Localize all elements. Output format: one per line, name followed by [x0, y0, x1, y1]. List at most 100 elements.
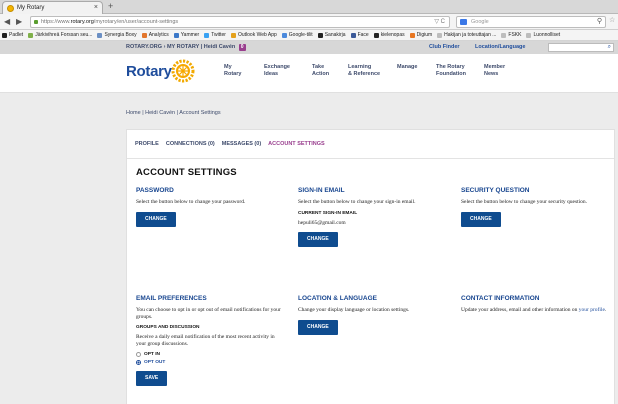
menu-rotary-foundation[interactable]: The Rotary Foundation: [436, 64, 466, 78]
search-icon[interactable]: ⚲: [597, 17, 602, 27]
bookmark-item[interactable]: Analytics: [141, 32, 169, 38]
bookmark-item[interactable]: Padlet: [2, 32, 23, 38]
back-arrow-icon[interactable]: ◀: [4, 17, 10, 27]
search-icon[interactable]: ⌕: [608, 41, 611, 54]
bookmark-item[interactable]: Synergia Boxy: [97, 32, 137, 38]
tab-profile[interactable]: PROFILE: [135, 141, 159, 147]
tab-account-settings[interactable]: ACCOUNT SETTINGS: [268, 141, 325, 147]
menu-my-rotary[interactable]: My Rotary: [224, 64, 241, 78]
bookmark-item[interactable]: Face: [350, 32, 369, 38]
menu-exchange-ideas[interactable]: Exchange Ideas: [264, 64, 290, 78]
bookmark-item[interactable]: Twitter: [204, 32, 226, 38]
signin-email-text: Select the button below to change your s…: [298, 199, 416, 205]
current-email-label: CURRENT SIGN-IN EMAIL: [298, 210, 358, 216]
menu-manage[interactable]: Manage: [397, 64, 417, 71]
menu-line: Exchange: [264, 64, 290, 70]
url-host: rotary.org: [70, 19, 94, 25]
breadcrumb-separator: ›: [163, 44, 166, 50]
bookmark-label: Face: [357, 32, 369, 38]
menu-line: My: [224, 64, 232, 70]
menu-take-action[interactable]: Take Action: [312, 64, 329, 78]
site-search-input[interactable]: ⌕: [548, 43, 614, 52]
bookmark-label: Synergia Boxy: [104, 32, 137, 38]
bookmark-label: Twitter: [211, 32, 226, 38]
bookmark-item[interactable]: Google-tilit: [281, 32, 313, 38]
bookmark-item[interactable]: Hakijan ja toteuttajan ...: [437, 32, 496, 38]
bookmark-favicon-icon: [28, 32, 34, 38]
bookmark-item[interactable]: Järkivihreä Forssan seu...: [28, 32, 92, 38]
groups-discussion-text: Receive a daily email notification of th…: [136, 334, 275, 347]
search-placeholder: Google: [471, 19, 489, 25]
profile-tabs: PROFILE CONNECTIONS (0) MESSAGES (0) ACC…: [135, 141, 325, 147]
contact-information-heading: CONTACT INFORMATION: [461, 295, 540, 302]
bookmark-item[interactable]: Yammer: [173, 32, 200, 38]
close-tab-icon[interactable]: ×: [94, 2, 98, 14]
signin-email-section: SIGN-IN EMAIL Select the button below to…: [298, 187, 448, 247]
rotary-wheel-icon[interactable]: [171, 59, 195, 83]
menu-member-news[interactable]: Member News: [484, 64, 505, 78]
tab-messages[interactable]: MESSAGES (0): [222, 141, 261, 147]
club-finder-link[interactable]: Club Finder: [429, 41, 460, 54]
tab-my-rotary[interactable]: My Rotary ×: [2, 1, 103, 14]
change-security-question-button[interactable]: CHANGE: [461, 211, 501, 227]
rotary-logo-text[interactable]: Rotary: [126, 63, 172, 80]
bookmark-label: Digium: [416, 32, 433, 38]
menu-line: The Rotary: [436, 64, 465, 70]
bookmark-label: Analytics: [148, 32, 169, 38]
radio-circle-icon[interactable]: [136, 352, 141, 357]
password-heading: PASSWORD: [136, 187, 174, 194]
address-bar[interactable]: https://www.rotary.org/myrotary/en/user/…: [30, 16, 450, 28]
user-name-link[interactable]: Heidi Cavén: [204, 44, 235, 50]
your-profile-link[interactable]: your profile: [579, 307, 605, 313]
forward-arrow-icon[interactable]: ▶: [16, 17, 22, 27]
browser-search-input[interactable]: Google ⚲: [456, 16, 606, 28]
bookmark-favicon-icon: [350, 32, 356, 38]
new-tab-button[interactable]: +: [108, 1, 113, 12]
security-question-heading: SECURITY QUESTION: [461, 187, 530, 194]
bookmark-label: Järkivihreä Forssan seu...: [35, 32, 93, 38]
bookmark-item[interactable]: FSKK: [501, 32, 521, 38]
contact-text-end: .: [604, 307, 607, 313]
my-rotary-link[interactable]: MY ROTARY: [167, 44, 199, 50]
opt-in-radio[interactable]: OPT IN: [136, 352, 286, 357]
radio-selected-icon[interactable]: [136, 360, 141, 365]
google-icon: [460, 19, 467, 25]
menu-learning-reference[interactable]: Learning & Reference: [348, 64, 380, 78]
url-controls[interactable]: ▽ C: [434, 17, 445, 27]
groups-discussion-label: GROUPS AND DISCUSSION: [136, 325, 200, 330]
location-language-section: LOCATION & LANGUAGE Change your display …: [298, 295, 448, 335]
change-password-button[interactable]: CHANGE: [136, 211, 176, 227]
bookmark-star-icon[interactable]: ☆: [609, 16, 615, 24]
tab-connections[interactable]: CONNECTIONS (0): [166, 141, 215, 147]
bookmark-label: FSKK: [508, 32, 522, 38]
contact-information-text: Update your address, email and other inf…: [461, 307, 611, 314]
bookmark-item[interactable]: Digium: [409, 32, 433, 38]
change-location-button[interactable]: CHANGE: [298, 319, 338, 335]
rotary-org-link[interactable]: ROTARY.ORG: [126, 44, 162, 50]
tab-bar: My Rotary × +: [0, 0, 618, 14]
current-email-value: hepuli65@gmail.com: [298, 219, 346, 226]
menu-line: Ideas: [264, 71, 279, 77]
save-button[interactable]: SAVE: [136, 371, 168, 386]
bookmark-item[interactable]: Luonnolliset: [526, 32, 560, 38]
security-question-text: Select the button below to change your s…: [461, 199, 588, 205]
change-email-button[interactable]: CHANGE: [298, 232, 338, 247]
bookmark-favicon-icon: [409, 32, 415, 38]
location-language-text: Change your display language or location…: [298, 307, 410, 313]
bookmark-item[interactable]: kielenopas: [373, 32, 405, 38]
menu-line: & Reference: [348, 71, 381, 77]
contact-information-section: CONTACT INFORMATION Update your address,…: [461, 295, 611, 314]
bookmark-item[interactable]: Sanakirja: [317, 32, 346, 38]
bookmark-item[interactable]: Outlook Web App: [230, 32, 277, 38]
menu-line: Take: [312, 64, 325, 70]
bookmark-label: Yammer: [180, 32, 200, 38]
opt-in-label: OPT IN: [144, 352, 160, 357]
menu-line: Learning: [348, 64, 372, 70]
email-preferences-heading: EMAIL PREFERENCES: [136, 295, 207, 302]
notification-badge[interactable]: 0: [238, 44, 246, 51]
location-language-link[interactable]: Location/Language: [475, 41, 525, 54]
page-breadcrumb[interactable]: Home | Heidi Cavén | Account Settings: [126, 110, 221, 116]
email-preferences-section: EMAIL PREFERENCES You can choose to opt …: [136, 295, 286, 386]
opt-out-radio[interactable]: OPT OUT: [136, 360, 286, 365]
email-preferences-text: You can choose to opt in or opt out of e…: [136, 307, 281, 320]
